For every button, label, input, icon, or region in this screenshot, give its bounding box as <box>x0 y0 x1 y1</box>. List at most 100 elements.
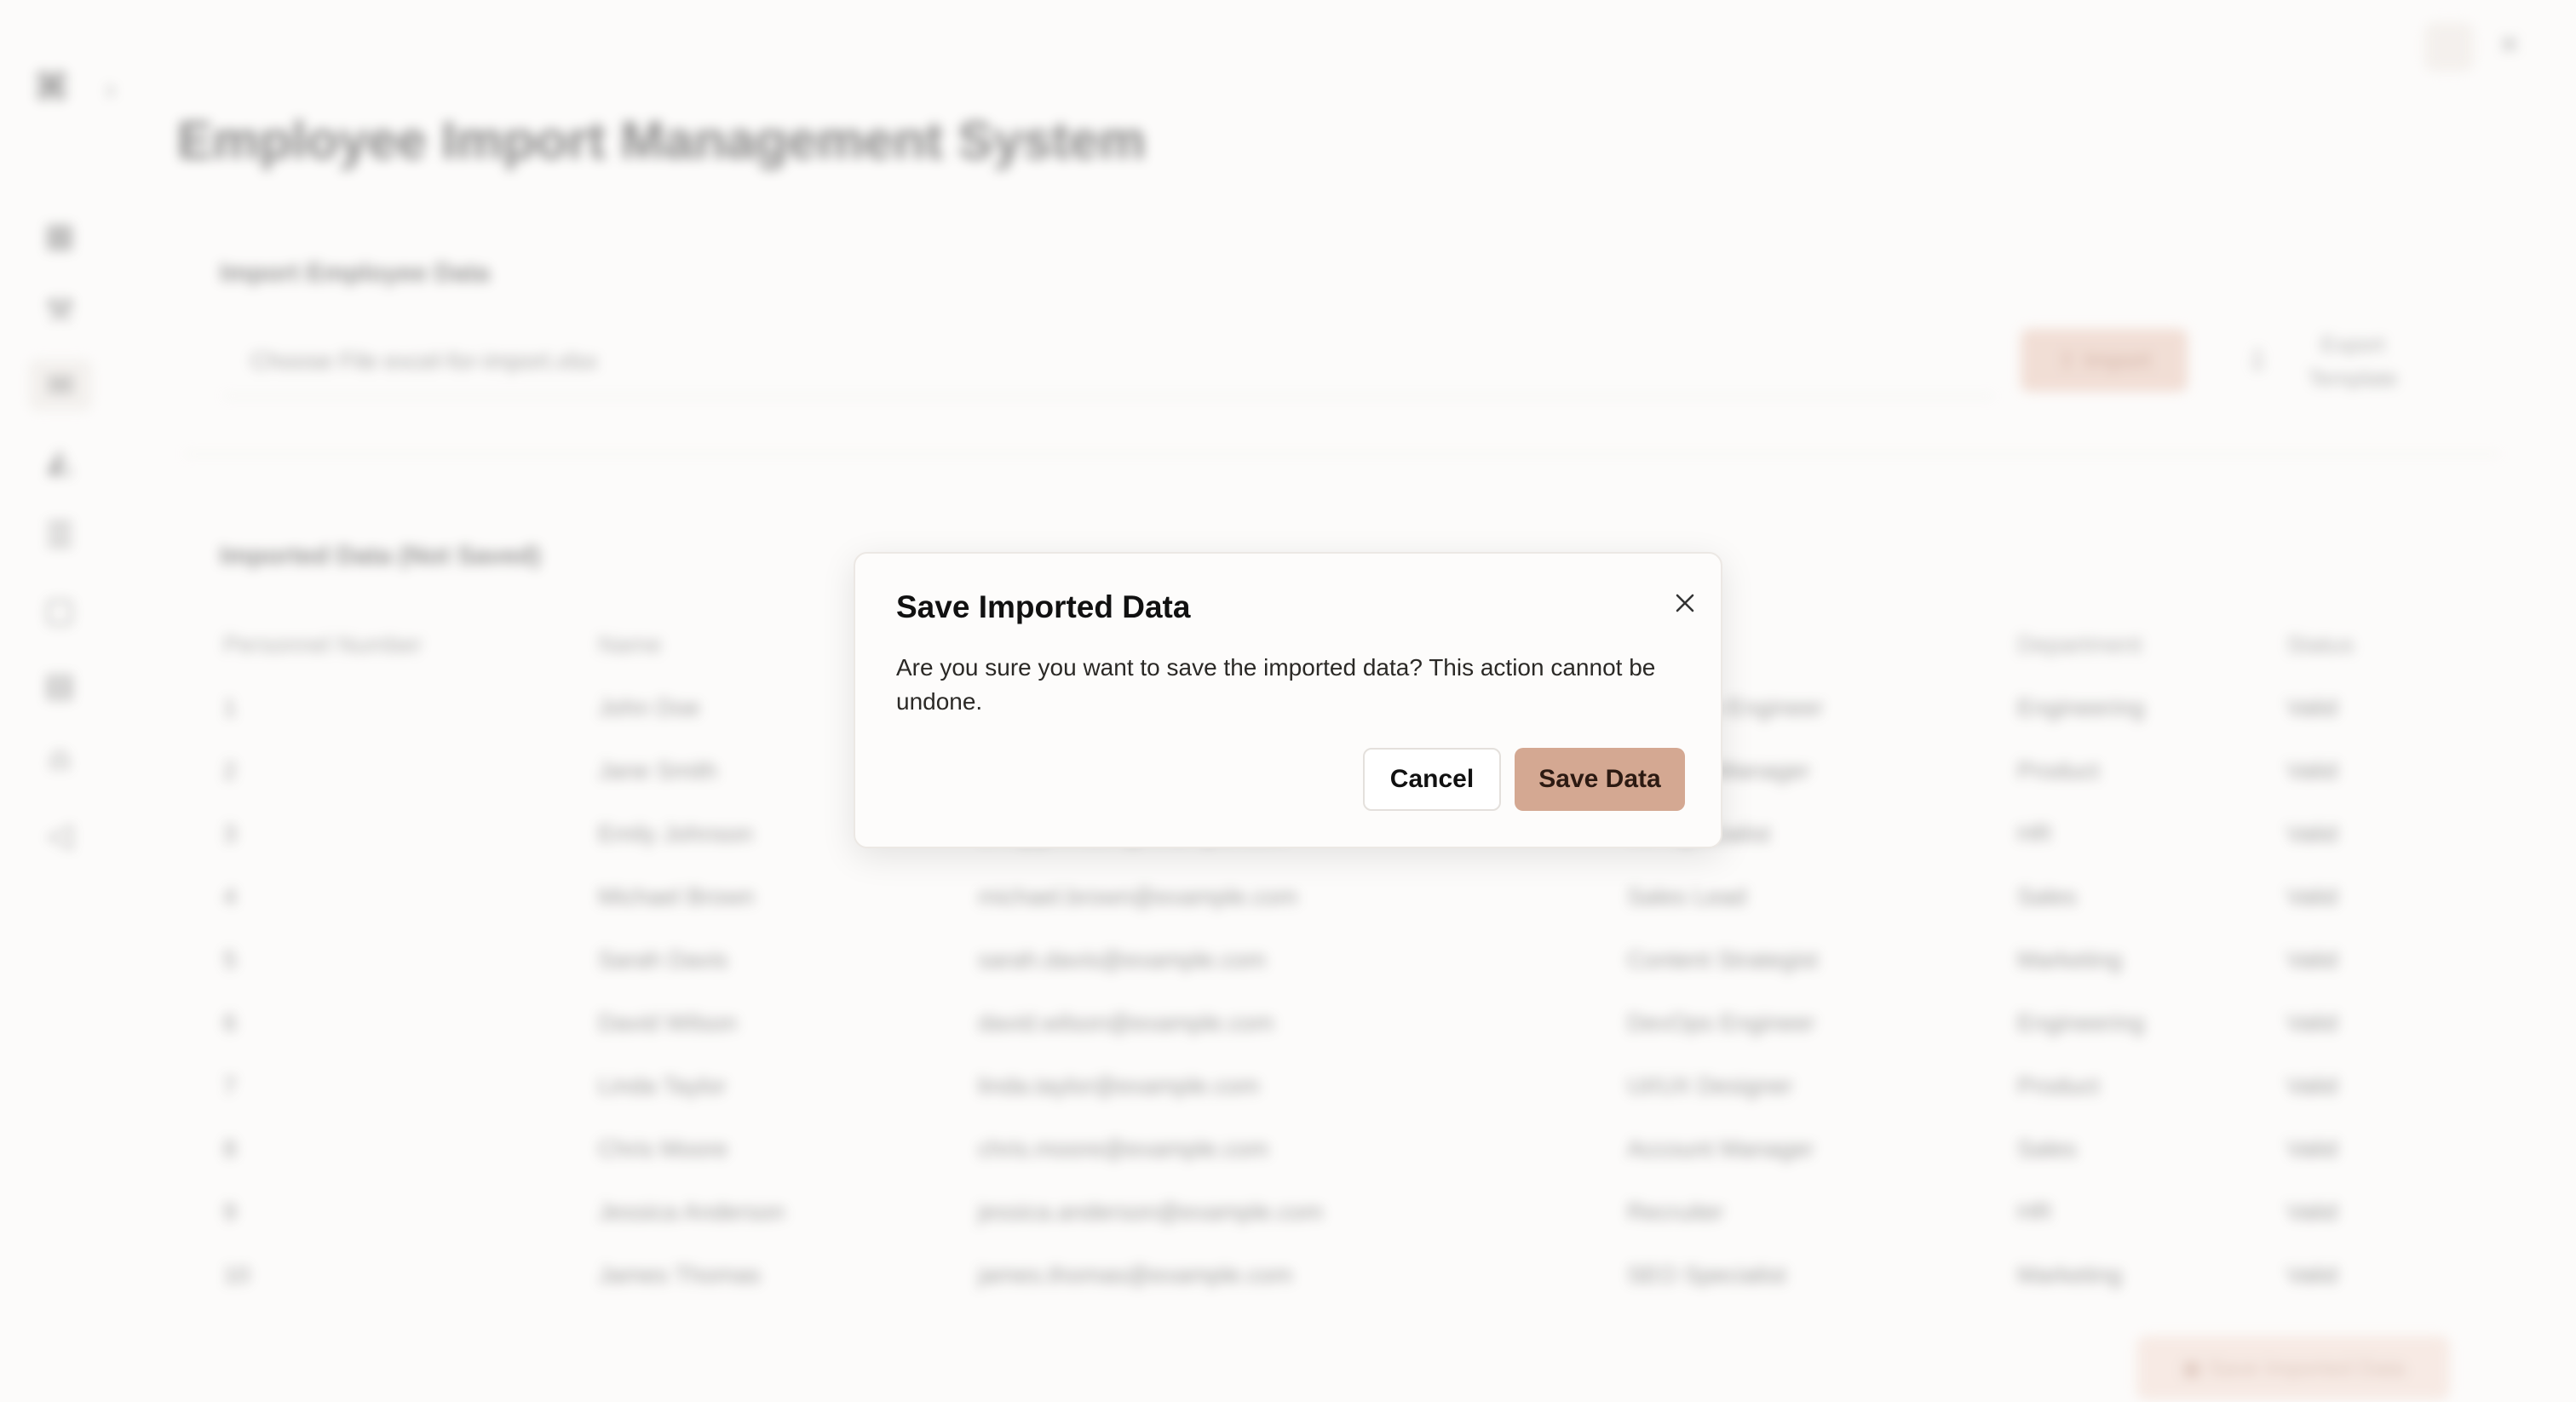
column-header[interactable]: Personnel Number <box>223 613 598 676</box>
table-cell: David Wilson <box>598 1009 738 1036</box>
table-cell: Valid <box>2286 1198 2338 1225</box>
table-row[interactable]: 10 James Thomas james.thomas@example.com SE… <box>223 1244 2423 1307</box>
table-cell: 9 <box>223 1198 237 1225</box>
dialog-title: Save Imported Data <box>896 589 1191 624</box>
table-cell: david.wilson@example.com <box>978 1009 1274 1036</box>
save-data-button[interactable]: Save Data <box>1515 748 1685 811</box>
table-cell: 5 <box>223 946 237 973</box>
table-row[interactable]: 5 Sarah Davis sarah.davis@example.com Conte… <box>223 928 2423 991</box>
sidebar-item-tools[interactable]: ⚒ <box>34 284 85 336</box>
export-template-button[interactable]: Export Template <box>2300 327 2406 395</box>
mail-icon: ✉ <box>47 367 74 404</box>
table-cell: Valid <box>2286 694 2338 721</box>
table-cell: Sales <box>2017 883 2078 910</box>
table-cell: Recruiter <box>1627 1198 1724 1225</box>
sidebar-item-chart[interactable]: ◭ <box>34 434 85 486</box>
sidebar-item-mail[interactable]: ✉ <box>29 359 92 411</box>
table-cell: james.thomas@example.com <box>978 1261 1293 1288</box>
save-confirmation-dialog: Save Imported Data Are you sure you want… <box>854 552 1722 848</box>
table-row[interactable]: 9 Jessica Anderson jessica.anderson@exampl… <box>223 1181 2423 1244</box>
table-cell: sarah.davis@example.com <box>978 946 1267 973</box>
import-button-label: Import <box>2083 347 2152 373</box>
sidebar-item-dashboard[interactable]: ▦ <box>34 210 85 261</box>
close-icon[interactable]: × <box>2499 26 2519 64</box>
table-row[interactable]: 6 David Wilson david.wilson@example.com Dev… <box>223 991 2423 1054</box>
table-cell: 3 <box>223 820 237 847</box>
table-row[interactable]: 7 Linda Taylor linda.taylor@example.com UI/… <box>223 1054 2423 1118</box>
table-cell: Michael Brown <box>598 883 755 910</box>
table-cell: 1 <box>223 694 237 721</box>
megaphone-icon: ◁ <box>47 817 72 853</box>
chart-icon: ◭ <box>47 442 72 479</box>
table-cell: James Thomas <box>598 1261 761 1288</box>
table-cell: Account Manager <box>1627 1135 1814 1162</box>
table-cell: DevOps Engineer <box>1627 1009 1816 1036</box>
column-header[interactable]: Department <box>2017 613 2286 676</box>
table-cell: linda.taylor@example.com <box>978 1072 1260 1099</box>
dashboard-icon: ▦ <box>44 217 75 254</box>
column-header[interactable]: Status <box>2286 613 2423 676</box>
table-icon: ▤ <box>44 667 75 704</box>
table-cell: Linda Taylor <box>598 1072 727 1099</box>
table-cell: HR <box>2017 820 2052 847</box>
table-cell: 4 <box>223 883 237 910</box>
table-cell: 6 <box>223 1009 237 1036</box>
page-title: Employee Import Management System <box>177 112 1146 170</box>
list-icon: ☰ <box>44 517 75 554</box>
table-cell: Sales Lead <box>1627 883 1747 910</box>
table-cell: Valid <box>2286 820 2338 847</box>
imported-data-title: Imported Data (Not Saved) <box>220 542 541 570</box>
sidebar-item-list[interactable]: ☰ <box>34 509 85 560</box>
import-section-title: Import Employee Data <box>220 259 490 287</box>
table-cell: 8 <box>223 1135 237 1162</box>
table-cell: UI/UX Designer <box>1627 1072 1793 1099</box>
chevron-right-icon[interactable]: › <box>106 73 115 106</box>
table-cell: Product <box>2017 757 2100 784</box>
save-icon: ▣ <box>2181 1354 2209 1381</box>
theme-toggle-button[interactable] <box>2424 22 2474 72</box>
table-cell: SEO Specialist <box>1627 1261 1786 1288</box>
sidebar-item-table[interactable]: ▤ <box>34 659 85 710</box>
table-cell: Engineering <box>2017 694 2145 721</box>
table-cell: Valid <box>2286 1009 2338 1036</box>
import-button[interactable]: ⇪ Import <box>2021 329 2188 392</box>
table-cell: 7 <box>223 1072 237 1099</box>
table-cell: 10 <box>223 1261 250 1288</box>
table-row[interactable]: 4 Michael Brown michael.brown@example.com S… <box>223 865 2423 928</box>
sidebar-item-user[interactable]: ⍝ <box>34 734 85 785</box>
sidebar-item-megaphone[interactable]: ◁ <box>34 809 85 860</box>
user-icon: ⍝ <box>49 741 70 778</box>
table-cell: Valid <box>2286 1135 2338 1162</box>
upload-icon: ⇪ <box>2056 347 2084 374</box>
save-imported-data-label: Save Imported Data <box>2208 1354 2406 1381</box>
sidebar-item-document[interactable]: ▢ <box>34 584 85 635</box>
table-cell: Chris Moore <box>598 1135 728 1162</box>
table-cell: Content Strategist <box>1627 946 1819 973</box>
table-cell: Product <box>2017 1072 2100 1099</box>
save-imported-data-button[interactable]: ▣ Save Imported Data <box>2136 1336 2450 1400</box>
table-row[interactable]: 8 Chris Moore chris.moore@example.com Accou… <box>223 1118 2423 1181</box>
cancel-button[interactable]: Cancel <box>1363 748 1501 811</box>
table-cell: Marketing <box>2017 946 2122 973</box>
table-cell: michael.brown@example.com <box>978 883 1298 910</box>
close-icon[interactable] <box>1666 584 1704 622</box>
document-icon: ▢ <box>44 592 75 629</box>
sidebar: ⌘ › ▦ ⚒ ✉ ◭ ☰ ▢ ▤ ⍝ ◁ <box>0 0 119 1402</box>
table-cell: Sarah Davis <box>598 946 728 973</box>
dialog-message: Are you sure you want to save the import… <box>896 654 1656 715</box>
download-icon[interactable]: ⇩ <box>2245 344 2270 378</box>
table-cell: Marketing <box>2017 1261 2122 1288</box>
table-cell: Sales <box>2017 1135 2078 1162</box>
table-cell: Valid <box>2286 946 2338 973</box>
table-cell: 2 <box>223 757 237 784</box>
divider <box>184 453 2501 455</box>
table-cell: Jessica Anderson <box>598 1198 785 1225</box>
logo-icon: ⌘ <box>34 66 69 108</box>
tools-icon: ⚒ <box>44 292 75 329</box>
table-cell: Valid <box>2286 883 2338 910</box>
table-cell: chris.moore@example.com <box>978 1135 1269 1162</box>
table-cell: Valid <box>2286 1261 2338 1288</box>
table-cell: Valid <box>2286 1072 2338 1099</box>
file-input[interactable]: Choose File excel-for-import.xlsx <box>223 329 1995 397</box>
table-cell: HR <box>2017 1198 2052 1225</box>
